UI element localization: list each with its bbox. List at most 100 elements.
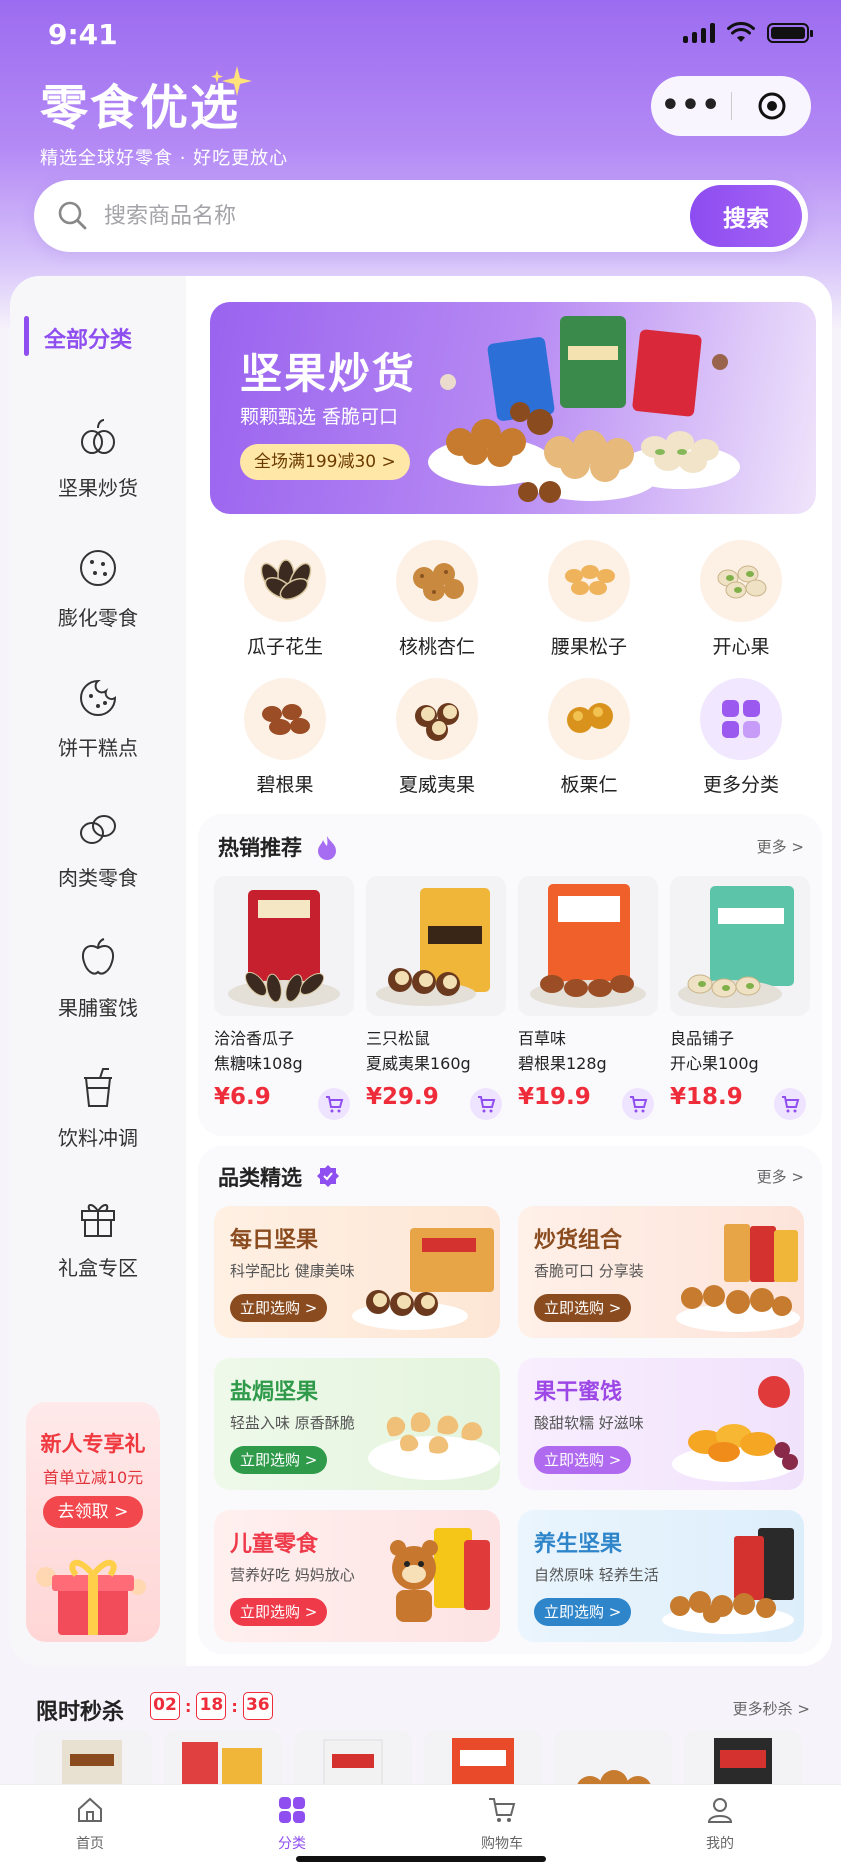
add-to-cart-button[interactable]: [622, 1088, 654, 1120]
more-dots-icon[interactable]: •••: [651, 91, 731, 121]
tab-category[interactable]: 分类: [232, 1795, 352, 1853]
pick-buy-button[interactable]: 立即选购 >: [230, 1598, 328, 1626]
pick-card-combo[interactable]: 炒货组合 香脆可口 分享装 立即选购 >: [518, 1206, 804, 1338]
sidebar-item-nuts[interactable]: 坚果炒货: [10, 416, 186, 526]
product-spec: 碧根果128g: [518, 1054, 607, 1073]
search-button[interactable]: 搜索: [690, 185, 802, 247]
product-image: [670, 876, 810, 1016]
product-card[interactable]: 百草味 碧根果128g ¥19.9: [518, 876, 658, 1120]
sidebar-item-label: 礼盒专区: [58, 1256, 138, 1280]
close-target-icon[interactable]: [732, 90, 811, 122]
subcategory-item[interactable]: 腰果松子: [514, 540, 664, 659]
subcategory-item[interactable]: 核桃杏仁: [362, 540, 512, 659]
flash-more-link[interactable]: 更多秒杀 >: [733, 1698, 810, 1719]
sidebar-item-label: 饮料冲调: [58, 1126, 138, 1150]
sidebar-item-label: 膨化零食: [58, 606, 138, 630]
sidebar-item-puffed[interactable]: 膨化零食: [10, 546, 186, 656]
product-name: 良品铺子: [670, 1029, 735, 1048]
pick-subtitle: 轻盐入味 原香酥脆: [230, 1414, 355, 1432]
product-image: [214, 876, 354, 1016]
subcategory-label: 瓜子花生: [246, 636, 323, 658]
banner-title: 坚果炒货: [240, 349, 417, 398]
subcategory-label: 板栗仁: [560, 774, 618, 796]
product-price: ¥18.9: [670, 1084, 743, 1110]
tab-label: 分类: [278, 1836, 306, 1852]
tab-home[interactable]: 首页: [30, 1795, 150, 1853]
claim-button[interactable]: 去领取 >: [43, 1496, 143, 1528]
drink-icon: [84, 1068, 112, 1107]
sidebar-item-biscuit[interactable]: 饼干糕点: [10, 676, 186, 786]
sidebar-item-meat[interactable]: 肉类零食: [10, 806, 186, 916]
subcategory-item[interactable]: 板栗仁: [514, 678, 664, 797]
product-price: ¥6.9: [214, 1084, 271, 1110]
nuts-banner-illustration: [428, 316, 740, 503]
product-spec: 焦糖味108g: [214, 1054, 303, 1073]
gift-box-illustration: [36, 1560, 146, 1635]
countdown-hours: 02: [150, 1692, 180, 1720]
sidebar-item-giftbox[interactable]: 礼盒专区: [10, 1196, 186, 1306]
add-to-cart-button[interactable]: [774, 1088, 806, 1120]
pick-title: 盐焗坚果: [230, 1380, 319, 1405]
subcategory-more[interactable]: 更多分类: [666, 678, 816, 797]
pick-card-salted[interactable]: 盐焗坚果 轻盐入味 原香酥脆 立即选购 >: [214, 1358, 500, 1490]
cart-icon: [782, 1096, 800, 1113]
macadamia-icon: [396, 678, 478, 760]
pick-title: 养生坚果: [534, 1532, 623, 1557]
wifi-icon: [727, 22, 755, 42]
cart-icon: [478, 1096, 496, 1113]
pick-buy-button[interactable]: 立即选购 >: [534, 1294, 632, 1322]
pick-image: [390, 1528, 490, 1622]
meat-icon: [80, 815, 116, 844]
pick-card-kids[interactable]: 儿童零食 营养好吃 妈妈放心 立即选购 >: [214, 1510, 500, 1642]
signal-icon: [683, 23, 715, 43]
search-input[interactable]: [104, 203, 690, 229]
newbie-promo-card[interactable]: 新人专享礼 首单立减10元 去领取 >: [26, 1402, 160, 1642]
cart-icon: [489, 1798, 516, 1822]
pick-card-health[interactable]: 养生坚果 自然原味 轻养生活 立即选购 >: [518, 1510, 804, 1642]
hot-more-link[interactable]: 更多 >: [757, 836, 804, 857]
subcategory-item[interactable]: 瓜子花生: [210, 540, 360, 659]
countdown-colon: :: [185, 1696, 192, 1716]
subcategory-label: 腰果松子: [550, 636, 627, 658]
sidebar-item-drink[interactable]: 饮料冲调: [10, 1066, 186, 1176]
subcategory-item[interactable]: 夏威夷果: [362, 678, 512, 797]
picks-more-link[interactable]: 更多 >: [757, 1166, 804, 1187]
product-name: 三只松鼠: [366, 1029, 431, 1048]
product-card[interactable]: 洽洽香瓜子 焦糖味108g ¥6.9: [214, 876, 354, 1120]
pick-buy-button[interactable]: 立即选购 >: [534, 1598, 632, 1626]
home-icon: [78, 1797, 102, 1822]
pick-buy-button[interactable]: 立即选购 >: [230, 1446, 328, 1474]
subcategory-item[interactable]: 开心果: [666, 540, 816, 659]
picks-section-title: 品类精选: [218, 1166, 302, 1190]
category-banner[interactable]: 坚果炒货 颗颗甄选 香脆可口 全场满199减30 >: [210, 302, 816, 514]
pick-title: 儿童零食: [230, 1532, 319, 1557]
countdown-colon: :: [231, 1696, 238, 1716]
sidebar-item-all[interactable]: 全部分类: [10, 316, 186, 356]
walnut-icon: [396, 540, 478, 622]
pick-buy-button[interactable]: 立即选购 >: [534, 1446, 632, 1474]
home-indicator: [296, 1856, 546, 1862]
category-grid-icon: [279, 1797, 305, 1823]
product-image: [518, 876, 658, 1016]
add-to-cart-button[interactable]: [318, 1088, 350, 1120]
pick-image: [676, 1224, 800, 1332]
subcategory-label: 更多分类: [702, 774, 779, 796]
tab-cart[interactable]: 购物车: [442, 1795, 562, 1853]
sidebar-item-label: 果脯蜜饯: [58, 996, 138, 1020]
pick-buy-button[interactable]: 立即选购 >: [230, 1294, 328, 1322]
cart-icon: [630, 1096, 648, 1113]
pick-image: [368, 1412, 500, 1480]
add-to-cart-button[interactable]: [470, 1088, 502, 1120]
product-card[interactable]: 良品铺子 开心果100g ¥18.9: [670, 876, 810, 1120]
pick-subtitle: 酸甜软糯 好滋味: [534, 1414, 644, 1432]
sidebar-item-label: 肉类零食: [58, 866, 138, 890]
banner-promo-badge[interactable]: 全场满199减30 >: [240, 444, 410, 480]
countdown-minutes: 18: [196, 1692, 227, 1720]
subcategory-item[interactable]: 碧根果: [210, 678, 360, 797]
tab-profile[interactable]: 我的: [660, 1795, 780, 1853]
pick-card-daily-nuts[interactable]: 每日坚果 科学配比 健康美味 立即选购 >: [214, 1206, 500, 1338]
search-icon: [58, 201, 87, 230]
sidebar-item-fruit[interactable]: 果脯蜜饯: [10, 936, 186, 1046]
pick-card-dried-fruit[interactable]: 果干蜜饯 酸甜软糯 好滋味 立即选购 >: [518, 1358, 804, 1490]
product-card[interactable]: 三只松鼠 夏威夷果160g ¥29.9: [366, 876, 506, 1120]
